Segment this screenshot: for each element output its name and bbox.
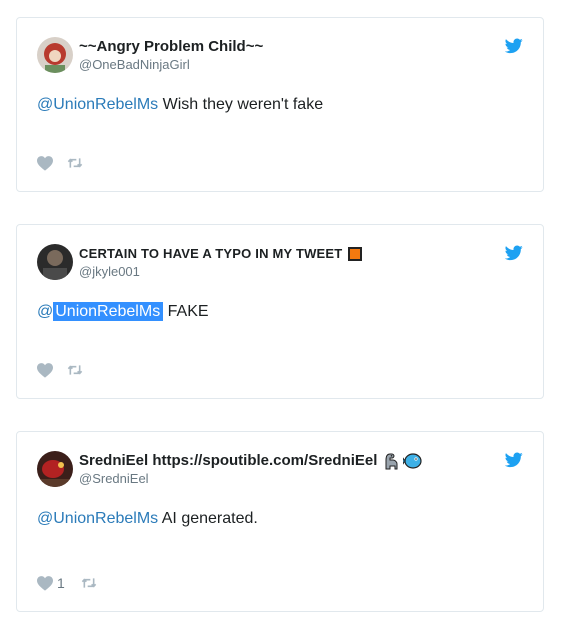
like-count: 1 [57,575,65,591]
retweet-icon[interactable] [67,364,83,376]
avatar[interactable] [37,37,73,73]
tweet-text: @UnionRebelMs Wish they weren't fake [37,96,324,113]
orange-square-icon [348,247,363,261]
tweet-text: @UnionRebelMs AI generated. [37,510,258,527]
twitter-bird-icon[interactable] [505,38,523,54]
retweet-icon[interactable] [81,577,97,589]
avatar[interactable] [37,451,73,487]
display-name[interactable]: CERTAIN TO HAVE A TYPO IN MY TWEET [79,245,363,263]
tweet-card[interactable]: ~~Angry Problem Child~~ @OneBadNinjaGirl… [16,17,544,192]
mention-link-selected[interactable]: UnionRebelMs [53,302,164,321]
mention-link[interactable]: @ [37,303,53,320]
display-name[interactable]: ~~Angry Problem Child~~ [79,38,263,56]
heart-icon[interactable] [37,575,53,591]
user-handle[interactable]: @SredniEel [79,471,149,487]
blue-fish-icon [403,452,423,470]
tweet-actions [37,362,83,378]
user-handle[interactable]: @jkyle001 [79,264,140,280]
tweet-card[interactable]: SredniEel https://spoutible.com/SredniEe… [16,431,544,612]
twitter-bird-icon[interactable] [505,452,523,468]
tweet-actions [37,155,83,171]
tweet-text: @ UnionRebelMs FAKE [37,302,209,321]
heart-icon[interactable] [37,362,53,378]
twitter-bird-icon[interactable] [505,245,523,261]
tweet-card[interactable]: CERTAIN TO HAVE A TYPO IN MY TWEET @jkyl… [16,224,544,399]
mention-link[interactable]: @UnionRebelMs [37,510,158,527]
tweet-actions: 1 [37,575,97,591]
avatar[interactable] [37,244,73,280]
heart-icon[interactable] [37,155,53,171]
user-handle[interactable]: @OneBadNinjaGirl [79,57,190,73]
mention-link[interactable]: @UnionRebelMs [37,96,158,113]
retweet-icon[interactable] [67,157,83,169]
display-name[interactable]: SredniEel https://spoutible.com/SredniEe… [79,452,423,470]
dinosaur-icon [382,452,400,470]
